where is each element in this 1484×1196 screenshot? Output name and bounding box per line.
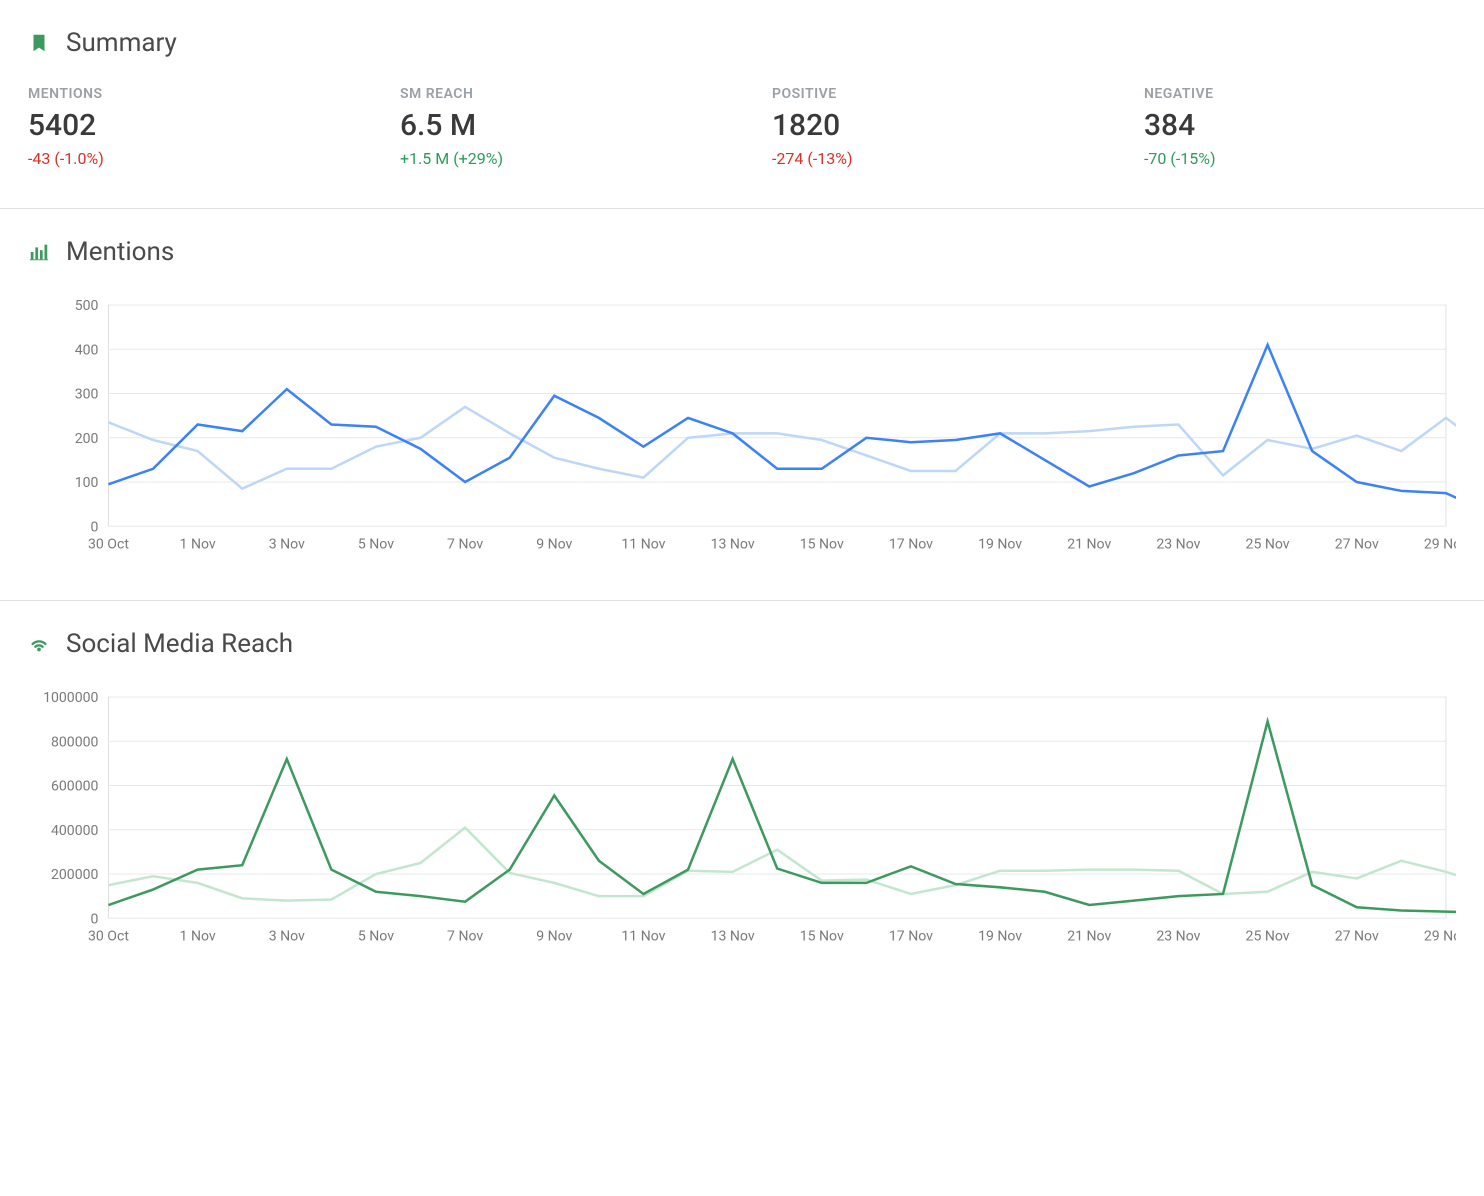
svg-text:21 Nov: 21 Nov bbox=[1067, 929, 1111, 945]
svg-text:600000: 600000 bbox=[51, 779, 99, 795]
reach-chart: 0 200000 400000 600000 800000 1000000 30 Oct 1 … bbox=[28, 687, 1456, 952]
svg-text:23 Nov: 23 Nov bbox=[1156, 536, 1200, 552]
svg-text:11 Nov: 11 Nov bbox=[621, 929, 665, 945]
svg-text:17 Nov: 17 Nov bbox=[889, 929, 933, 945]
svg-text:1 Nov: 1 Nov bbox=[180, 536, 216, 552]
svg-text:5 Nov: 5 Nov bbox=[358, 929, 394, 945]
kpi-row: MENTIONS 5402 -43 (-1.0%) SM REACH 6.5 M… bbox=[28, 86, 1456, 168]
svg-text:1 Nov: 1 Nov bbox=[180, 929, 216, 945]
kpi-negative: NEGATIVE 384 -70 (-15%) bbox=[1144, 86, 1456, 168]
kpi-label: NEGATIVE bbox=[1144, 86, 1456, 102]
svg-text:13 Nov: 13 Nov bbox=[711, 929, 755, 945]
bookmark-icon bbox=[28, 32, 50, 54]
svg-text:300: 300 bbox=[75, 387, 99, 403]
kpi-value: 5402 bbox=[28, 108, 340, 143]
svg-text:100: 100 bbox=[75, 475, 99, 491]
reach-title: Social Media Reach bbox=[66, 629, 293, 659]
svg-text:3 Nov: 3 Nov bbox=[269, 929, 305, 945]
svg-text:13 Nov: 13 Nov bbox=[711, 536, 755, 552]
svg-text:200000: 200000 bbox=[51, 868, 99, 884]
svg-text:400: 400 bbox=[75, 342, 99, 358]
svg-text:29 Nov: 29 Nov bbox=[1424, 929, 1456, 945]
svg-text:21 Nov: 21 Nov bbox=[1067, 536, 1111, 552]
svg-text:7 Nov: 7 Nov bbox=[447, 929, 483, 945]
svg-text:0: 0 bbox=[91, 519, 99, 535]
svg-text:500: 500 bbox=[75, 298, 99, 314]
svg-text:29 Nov: 29 Nov bbox=[1424, 536, 1456, 552]
svg-text:5 Nov: 5 Nov bbox=[358, 536, 394, 552]
reach-section: Social Media Reach 0 200000 400000 600000 80… bbox=[0, 601, 1484, 992]
mentions-chart: 0 100 200 300 400 500 30 Oct 1 Nov 3 Nov 5 Nov 7 N… bbox=[28, 295, 1456, 560]
summary-header: Summary bbox=[28, 28, 1456, 58]
wifi-icon bbox=[28, 633, 50, 655]
kpi-mentions: MENTIONS 5402 -43 (-1.0%) bbox=[28, 86, 340, 168]
reach-header: Social Media Reach bbox=[28, 629, 1456, 659]
summary-title: Summary bbox=[66, 28, 177, 58]
svg-text:30 Oct: 30 Oct bbox=[88, 536, 129, 552]
kpi-value: 384 bbox=[1144, 108, 1456, 143]
kpi-label: MENTIONS bbox=[28, 86, 340, 102]
svg-text:800000: 800000 bbox=[51, 735, 99, 751]
svg-text:27 Nov: 27 Nov bbox=[1335, 929, 1379, 945]
svg-text:25 Nov: 25 Nov bbox=[1246, 536, 1290, 552]
svg-text:200: 200 bbox=[75, 431, 99, 447]
kpi-value: 1820 bbox=[772, 108, 1084, 143]
kpi-delta: -43 (-1.0%) bbox=[28, 149, 340, 168]
svg-text:9 Nov: 9 Nov bbox=[536, 929, 572, 945]
svg-text:15 Nov: 15 Nov bbox=[800, 929, 844, 945]
svg-text:17 Nov: 17 Nov bbox=[889, 536, 933, 552]
svg-text:3 Nov: 3 Nov bbox=[269, 536, 305, 552]
svg-text:400000: 400000 bbox=[51, 823, 99, 839]
kpi-label: POSITIVE bbox=[772, 86, 1084, 102]
mentions-header: Mentions bbox=[28, 237, 1456, 267]
svg-text:19 Nov: 19 Nov bbox=[978, 536, 1022, 552]
svg-text:1000000: 1000000 bbox=[43, 691, 98, 707]
kpi-delta: -274 (-13%) bbox=[772, 149, 1084, 168]
bar-chart-icon bbox=[28, 241, 50, 263]
svg-text:7 Nov: 7 Nov bbox=[447, 536, 483, 552]
svg-text:0: 0 bbox=[91, 912, 99, 928]
svg-text:25 Nov: 25 Nov bbox=[1246, 929, 1290, 945]
kpi-label: SM REACH bbox=[400, 86, 712, 102]
svg-text:19 Nov: 19 Nov bbox=[978, 929, 1022, 945]
svg-text:27 Nov: 27 Nov bbox=[1335, 536, 1379, 552]
svg-text:11 Nov: 11 Nov bbox=[621, 536, 665, 552]
summary-section: Summary MENTIONS 5402 -43 (-1.0%) SM REA… bbox=[0, 0, 1484, 209]
mentions-title: Mentions bbox=[66, 237, 174, 267]
svg-text:15 Nov: 15 Nov bbox=[800, 536, 844, 552]
kpi-delta: -70 (-15%) bbox=[1144, 149, 1456, 168]
mentions-section: Mentions 0 100 200 300 400 500 30 Oct 1 Nov 3 No… bbox=[0, 209, 1484, 601]
kpi-delta: +1.5 M (+29%) bbox=[400, 149, 712, 168]
svg-text:9 Nov: 9 Nov bbox=[536, 536, 572, 552]
kpi-value: 6.5 M bbox=[400, 108, 712, 143]
kpi-positive: POSITIVE 1820 -274 (-13%) bbox=[772, 86, 1084, 168]
svg-text:23 Nov: 23 Nov bbox=[1156, 929, 1200, 945]
svg-text:30 Oct: 30 Oct bbox=[88, 929, 129, 945]
kpi-sm-reach: SM REACH 6.5 M +1.5 M (+29%) bbox=[400, 86, 712, 168]
